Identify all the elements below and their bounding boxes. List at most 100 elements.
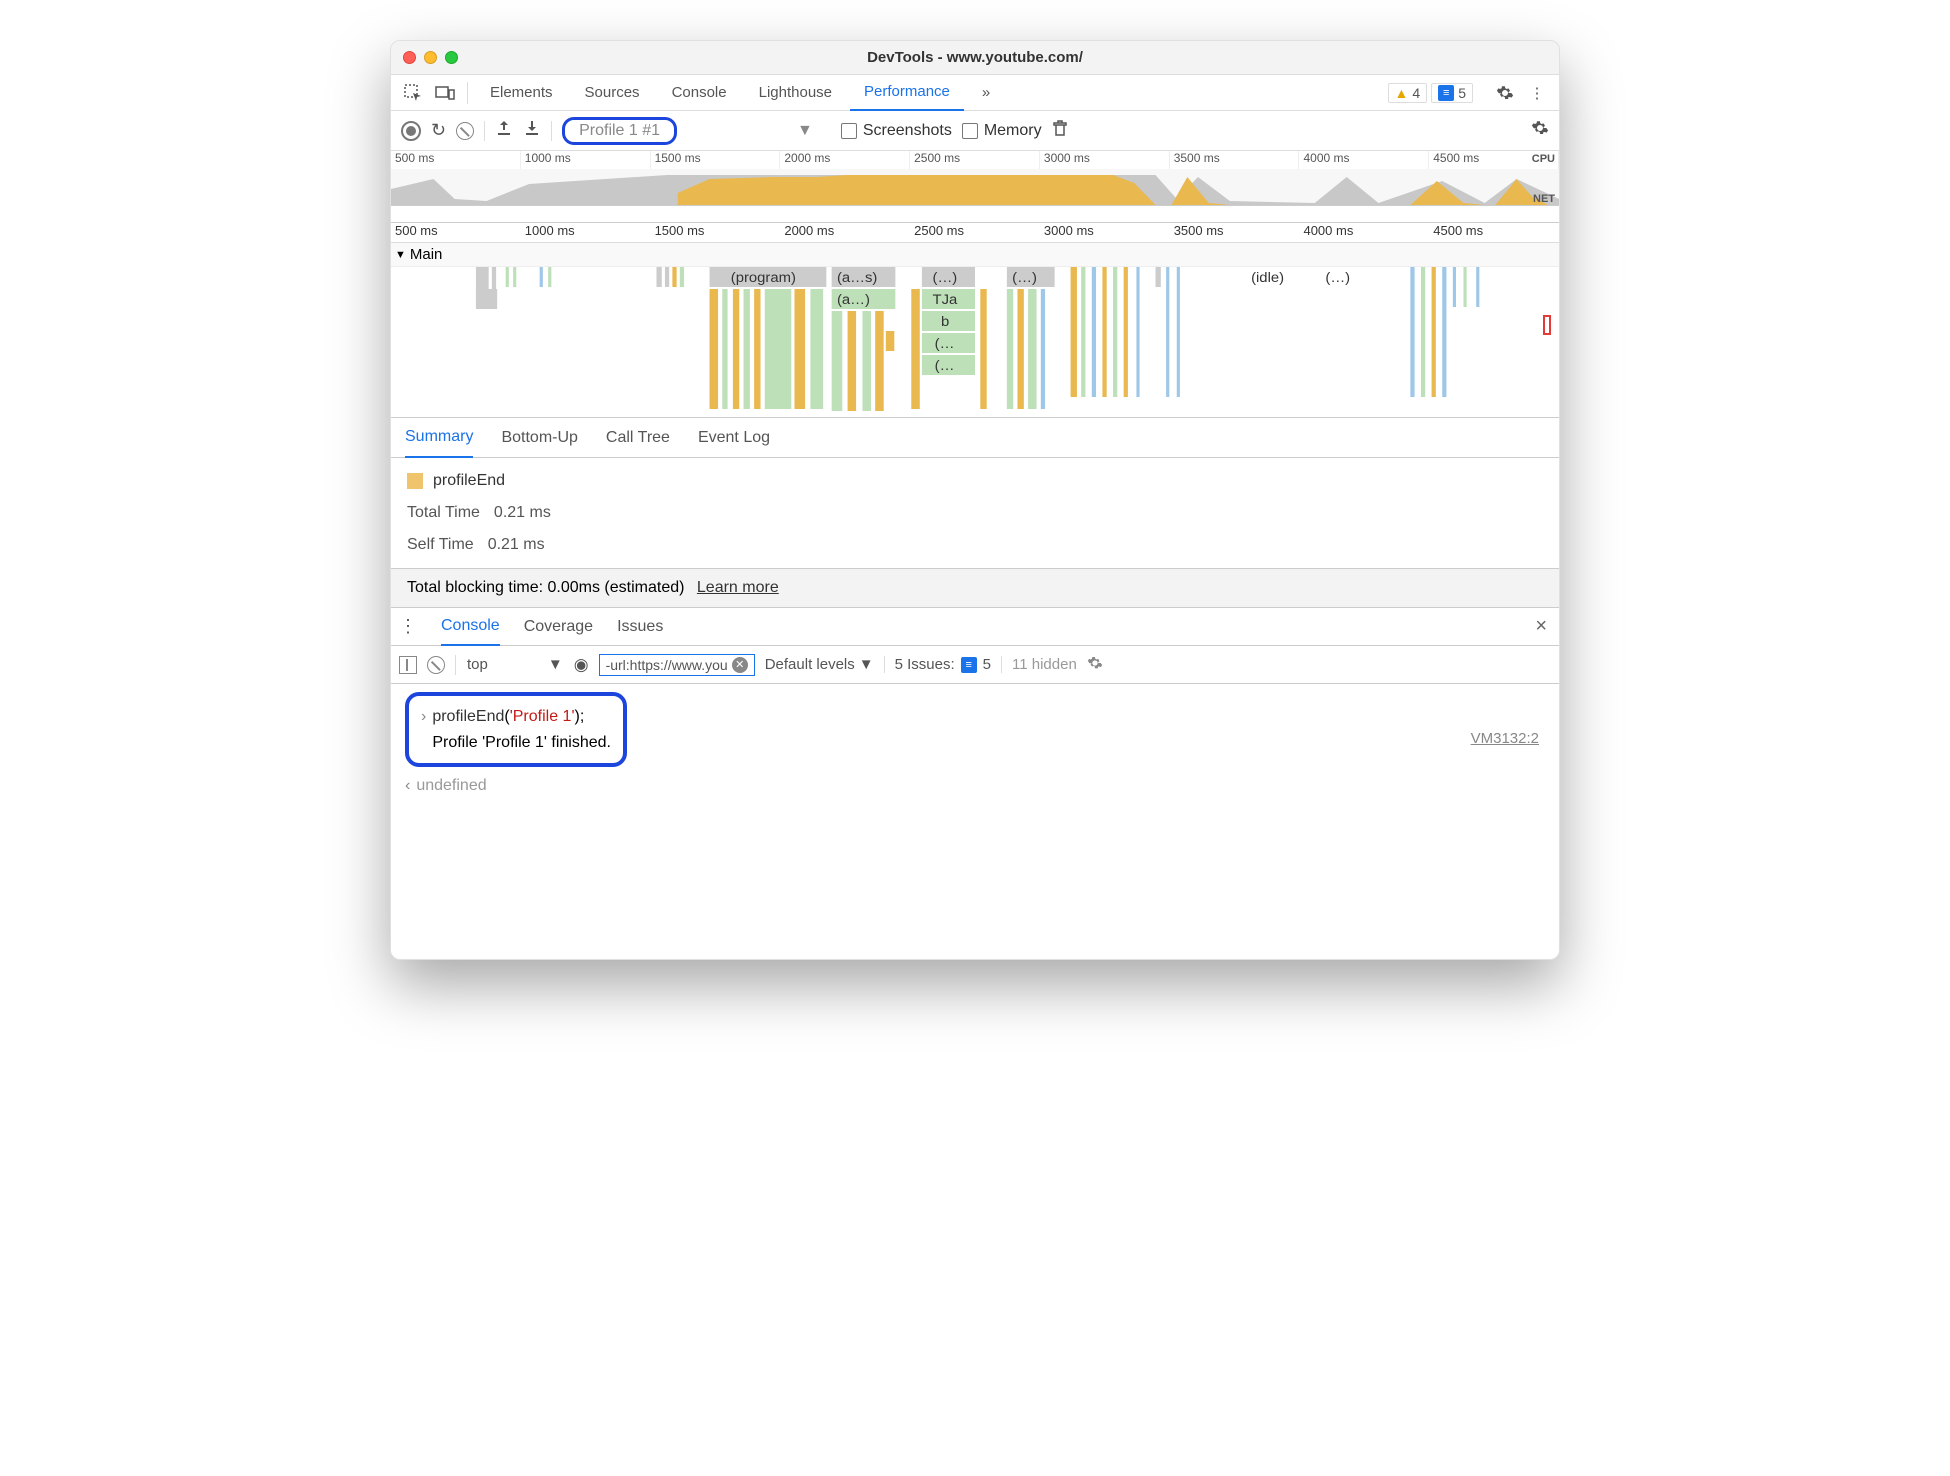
cpu-label: CPU: [1532, 153, 1555, 165]
tick: 3000 ms: [1040, 223, 1170, 242]
chevron-down-icon: ▼: [548, 656, 563, 673]
close-window-icon[interactable]: [403, 51, 416, 64]
screenshots-checkbox[interactable]: Screenshots: [841, 122, 952, 140]
clear-console-icon[interactable]: [427, 656, 445, 674]
device-toggle-icon[interactable]: [431, 81, 459, 105]
undefined-value: undefined: [416, 773, 486, 799]
log-levels-selector[interactable]: Default levels ▼: [765, 656, 874, 673]
svg-text:(program): (program): [731, 270, 796, 286]
profile-selector[interactable]: Profile 1 #1: [562, 117, 677, 145]
issues-button[interactable]: 5 Issues: ≡ 5: [884, 656, 1002, 673]
tick: 4000 ms: [1299, 151, 1429, 169]
upload-icon[interactable]: [495, 119, 513, 142]
context-selector[interactable]: top ▼: [466, 655, 564, 674]
tick: 3000 ms: [1040, 151, 1170, 169]
message-icon: ≡: [1438, 85, 1454, 101]
tick: 2000 ms: [780, 151, 910, 169]
profile-name: Profile 1 #1: [579, 122, 660, 140]
tick: 500 ms: [391, 151, 521, 169]
sidebar-toggle-icon[interactable]: [399, 656, 417, 674]
tab-console[interactable]: Console: [658, 75, 741, 111]
inspect-icon[interactable]: [399, 81, 427, 105]
tick: 1000 ms: [521, 223, 651, 242]
tbt-text: Total blocking time: 0.00ms (estimated): [407, 579, 684, 596]
drawer-tab-console[interactable]: Console: [441, 608, 500, 646]
subtab-summary[interactable]: Summary: [405, 418, 473, 458]
checkbox-icon: [962, 123, 978, 139]
eye-icon[interactable]: ◉: [574, 655, 589, 675]
tab-performance[interactable]: Performance: [850, 75, 964, 111]
filter-text: -url:https://www.you: [606, 657, 728, 673]
download-icon[interactable]: [523, 119, 541, 142]
console-body[interactable]: › profileEnd('Profile 1'); › Profile 'Pr…: [391, 684, 1559, 959]
svg-text:(a…s): (a…s): [837, 270, 877, 286]
context-label: top: [467, 656, 488, 673]
dropdown-caret-icon[interactable]: ▼: [797, 122, 813, 140]
svg-text:(idle): (idle): [1251, 270, 1284, 286]
total-time-value: 0.21 ms: [494, 504, 551, 522]
reload-button[interactable]: ↻: [431, 120, 446, 141]
checkbox-icon: [841, 123, 857, 139]
maximize-window-icon[interactable]: [445, 51, 458, 64]
trash-icon[interactable]: [1052, 119, 1068, 142]
window-title: DevTools - www.youtube.com/: [391, 49, 1559, 66]
settings-gear-icon[interactable]: [1491, 81, 1519, 105]
messages-count: 5: [1458, 85, 1466, 101]
svg-text:(…: (…: [935, 358, 955, 374]
source-link[interactable]: VM3132:2: [1471, 730, 1539, 747]
color-swatch: [407, 473, 423, 489]
separator: [467, 82, 468, 104]
subtab-event-log[interactable]: Event Log: [698, 418, 770, 458]
record-button[interactable]: [401, 121, 421, 141]
svg-text:(a…): (a…): [837, 292, 870, 308]
subtab-call-tree[interactable]: Call Tree: [606, 418, 670, 458]
collapse-icon: ▼: [395, 249, 406, 261]
drawer-tab-coverage[interactable]: Coverage: [524, 608, 593, 646]
tab-elements[interactable]: Elements: [476, 75, 567, 111]
drawer-menu-icon[interactable]: ⋮: [399, 616, 417, 637]
warnings-badge[interactable]: ▲ 4: [1388, 83, 1428, 103]
drawer-tab-issues[interactable]: Issues: [617, 608, 663, 646]
learn-more-link[interactable]: Learn more: [697, 579, 779, 596]
tick: 3500 ms: [1170, 151, 1300, 169]
minimize-window-icon[interactable]: [424, 51, 437, 64]
overview-ruler: 500 ms 1000 ms 1500 ms 2000 ms 2500 ms 3…: [391, 151, 1559, 169]
tick: 4500 ms: [1429, 223, 1559, 242]
net-overview: [391, 205, 1559, 219]
messages-badge[interactable]: ≡ 5: [1431, 83, 1473, 103]
timeline-overview[interactable]: 500 ms 1000 ms 1500 ms 2000 ms 2500 ms 3…: [391, 151, 1559, 223]
console-settings-gear-icon[interactable]: [1087, 655, 1103, 675]
tick: 2000 ms: [780, 223, 910, 242]
memory-checkbox[interactable]: Memory: [962, 122, 1042, 140]
svg-text:b: b: [941, 314, 949, 330]
clear-filter-icon[interactable]: ✕: [732, 657, 748, 673]
devtools-window: DevTools - www.youtube.com/ Elements Sou…: [390, 40, 1560, 960]
subtab-bottom-up[interactable]: Bottom-Up: [501, 418, 577, 458]
tabs-overflow[interactable]: »: [968, 75, 1004, 111]
separator: [455, 655, 456, 675]
clear-button[interactable]: [456, 122, 474, 140]
tab-sources[interactable]: Sources: [571, 75, 654, 111]
tick: 1500 ms: [651, 223, 781, 242]
console-input-line: › profileEnd('Profile 1');: [421, 704, 611, 730]
flame-body[interactable]: (program) (a…s) (a…) (…) TJa b (… (… (…)…: [391, 267, 1559, 417]
prompt-icon: ›: [421, 704, 426, 730]
console-filter-input[interactable]: -url:https://www.you ✕: [599, 654, 755, 676]
total-time-label: Total Time: [407, 504, 480, 522]
hidden-count: 11 hidden: [1012, 656, 1077, 673]
close-drawer-icon[interactable]: ×: [1535, 615, 1547, 638]
message-icon: ≡: [961, 657, 977, 673]
flame-chart[interactable]: 500 ms 1000 ms 1500 ms 2000 ms 2500 ms 3…: [391, 223, 1559, 418]
self-time-label: Self Time: [407, 536, 474, 554]
issues-count: 5: [983, 656, 991, 673]
tab-lighthouse[interactable]: Lighthouse: [745, 75, 846, 111]
capture-settings-gear-icon[interactable]: [1531, 119, 1549, 142]
net-label: NET: [1533, 193, 1555, 205]
flame-ruler: 500 ms 1000 ms 1500 ms 2000 ms 2500 ms 3…: [391, 223, 1559, 243]
self-time-value: 0.21 ms: [488, 536, 545, 554]
svg-text:(…): (…): [1325, 270, 1350, 286]
main-track-header[interactable]: ▼ Main: [391, 243, 1559, 267]
warnings-count: 4: [1412, 85, 1420, 101]
kebab-menu-icon[interactable]: ⋮: [1523, 81, 1551, 105]
cmd-fn: profileEnd: [432, 708, 504, 725]
